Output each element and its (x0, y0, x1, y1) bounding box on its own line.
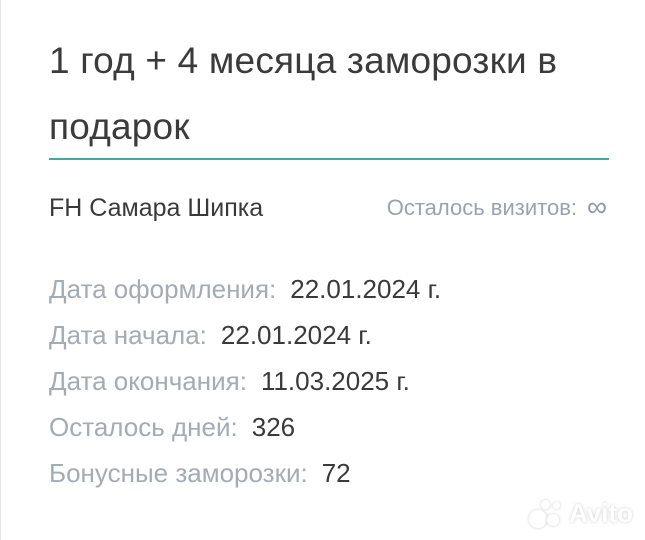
detail-row-issue-date: Дата оформления: 22.01.2024 г. (49, 266, 441, 312)
avito-logo-icon (527, 496, 563, 530)
detail-row-start-date: Дата начала: 22.01.2024 г. (49, 312, 441, 358)
club-name: FH Самара Шипка (49, 194, 264, 222)
visits-remaining: Осталось визитов: ∞ (386, 191, 607, 224)
details-list: Дата оформления: 22.01.2024 г. Дата начал… (49, 266, 441, 496)
detail-label: Дата начала: (49, 320, 207, 350)
detail-row-bonus-freezes: Бонусные заморозки: 72 (49, 450, 441, 496)
subscription-title: 1 год + 4 месяца заморозки в подарок (49, 40, 558, 147)
detail-label: Дата оформления: (49, 274, 277, 304)
watermark-text: Avito (568, 497, 633, 528)
detail-value: 22.01.2024 г. (220, 320, 372, 350)
visits-label: Осталось визитов: (386, 195, 578, 220)
subscription-card: 1 год + 4 месяца заморозки в подарок FH … (0, 0, 645, 540)
detail-value: 326 (251, 412, 296, 442)
avito-watermark: Avito (527, 496, 633, 530)
detail-label: Осталось дней: (49, 412, 238, 442)
detail-value: 11.03.2025 г. (260, 366, 410, 396)
detail-label: Дата окончания: (49, 366, 247, 396)
infinity-icon: ∞ (587, 191, 607, 222)
title-divider (49, 158, 609, 160)
detail-value: 72 (321, 458, 351, 488)
detail-value: 22.01.2024 г. (290, 274, 442, 304)
detail-row-days-left: Осталось дней: 326 (49, 404, 441, 450)
detail-label: Бонусные заморозки: (49, 458, 308, 488)
detail-row-end-date: Дата окончания: 11.03.2025 г. (49, 358, 441, 404)
